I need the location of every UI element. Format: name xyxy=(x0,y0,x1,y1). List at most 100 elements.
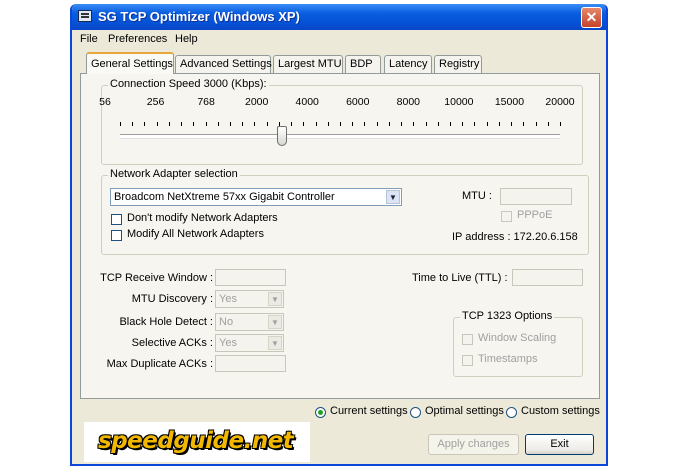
dont-modify-adapters-label: Don't modify Network Adapters xyxy=(127,212,278,224)
rwin-field[interactable] xyxy=(215,269,286,286)
speed-tick-mark xyxy=(413,122,415,126)
speed-tick-mark xyxy=(401,122,403,126)
modify-all-adapters-label: Modify All Network Adapters xyxy=(127,228,264,240)
app-window: SG TCP Optimizer (Windows XP) ✕ File Pre… xyxy=(70,4,608,466)
connection-speed-group: Connection Speed 3000 (Kbps): 56 256 768 20… xyxy=(99,78,583,165)
adapter-select[interactable]: Broadcom NetXtreme 57xx Gigabit Controll… xyxy=(110,188,402,206)
speed-tick-mark xyxy=(437,122,439,126)
timestamps-label: Timestamps xyxy=(478,353,538,365)
tcp1323-legend: TCP 1323 Options xyxy=(460,310,555,322)
optimal-settings-radio[interactable] xyxy=(410,407,421,418)
mtu-field[interactable] xyxy=(500,188,572,205)
speedguide-logo[interactable]: speedguide.net xyxy=(84,422,310,462)
speed-tick-mark xyxy=(364,122,366,126)
tab-general-settings[interactable]: General Settings xyxy=(86,52,174,74)
tab-largest-mtu[interactable]: Largest MTU xyxy=(273,55,343,73)
app-icon xyxy=(78,10,92,22)
speed-tick-mark xyxy=(291,122,293,126)
tab-bdp[interactable]: BDP xyxy=(345,55,381,73)
speed-tick-mark xyxy=(266,122,268,126)
window-title: SG TCP Optimizer (Windows XP) xyxy=(98,9,300,24)
pppoe-label: PPPoE xyxy=(517,209,553,221)
mtu-discovery-select[interactable]: Yes ▼ xyxy=(215,290,284,308)
dont-modify-adapters-checkbox[interactable] xyxy=(111,214,122,225)
speed-tick-label: 2000 xyxy=(244,96,269,108)
network-adapter-group: Network Adapter selection Broadcom NetXt… xyxy=(101,168,589,255)
modify-all-adapters-checkbox[interactable] xyxy=(111,230,122,241)
menu-bar: File Preferences Help xyxy=(72,30,606,50)
speed-tick-mark xyxy=(474,122,476,126)
speed-tick-mark xyxy=(315,122,317,126)
speed-tick-mark xyxy=(254,122,256,126)
speed-tick-mark xyxy=(303,122,305,126)
speed-tick-mark xyxy=(242,122,244,126)
selective-acks-value: Yes xyxy=(219,337,237,349)
window-scaling-checkbox[interactable] xyxy=(462,334,473,345)
mtu-discovery-label: MTU Discovery : xyxy=(131,293,213,305)
tab-latency[interactable]: Latency xyxy=(384,55,432,73)
apply-changes-button[interactable]: Apply changes xyxy=(428,434,519,455)
current-settings-radio[interactable] xyxy=(315,407,326,418)
pppoe-checkbox[interactable] xyxy=(501,211,512,222)
speed-tick-mark xyxy=(205,122,207,126)
tab-advanced-settings[interactable]: Advanced Settings xyxy=(175,55,272,73)
close-button[interactable]: ✕ xyxy=(581,7,602,28)
speed-tick-mark xyxy=(560,122,561,126)
speed-tick-mark xyxy=(535,122,537,126)
optimal-settings-label: Optimal settings xyxy=(425,405,504,417)
speed-tick-label: 15000 xyxy=(494,96,525,108)
black-hole-label: Black Hole Detect : xyxy=(119,316,213,328)
selective-acks-select[interactable]: Yes ▼ xyxy=(215,334,284,352)
speed-tick-mark xyxy=(168,122,170,126)
chevron-down-icon[interactable]: ▼ xyxy=(268,292,282,306)
chevron-down-icon[interactable]: ▼ xyxy=(268,336,282,350)
chevron-down-icon[interactable]: ▼ xyxy=(268,315,282,329)
chevron-down-icon[interactable]: ▼ xyxy=(386,190,400,204)
exit-button[interactable]: Exit xyxy=(525,434,594,455)
custom-settings-radio[interactable] xyxy=(506,407,517,418)
selective-acks-label: Selective ACKs : xyxy=(131,337,213,349)
speed-tick-mark xyxy=(217,122,219,126)
timestamps-checkbox[interactable] xyxy=(462,355,473,366)
speed-tick-label: 20000 xyxy=(545,96,575,108)
speed-tick-mark xyxy=(523,122,525,126)
speed-tick-mark xyxy=(181,122,183,126)
general-settings-panel: Connection Speed 3000 (Kbps): 56 256 768 20… xyxy=(80,73,600,399)
speed-tick-mark xyxy=(340,122,341,126)
current-settings-label: Current settings xyxy=(330,405,408,417)
speed-tick-mark xyxy=(462,122,464,126)
speed-tick-mark xyxy=(486,122,488,126)
max-duplicate-acks-field[interactable] xyxy=(215,355,286,372)
speed-tick-mark xyxy=(132,122,134,126)
speed-tick-label: 4000 xyxy=(295,96,319,108)
speed-tick-mark xyxy=(193,122,195,126)
menu-file[interactable]: File xyxy=(80,33,98,45)
ttl-field[interactable] xyxy=(512,269,583,286)
menu-preferences[interactable]: Preferences xyxy=(108,33,167,45)
speed-slider-thumb[interactable] xyxy=(276,126,287,146)
adapter-select-value: Broadcom NetXtreme 57xx Gigabit Controll… xyxy=(114,191,335,203)
logo-text: speedguide.net xyxy=(98,428,294,454)
speed-tick-mark xyxy=(388,122,390,126)
speed-tick-label: 256 xyxy=(146,96,165,108)
speed-tick-mark xyxy=(425,122,427,126)
menu-help[interactable]: Help xyxy=(175,33,198,45)
black-hole-value: No xyxy=(219,316,234,328)
connection-speed-legend: Connection Speed 3000 (Kbps): xyxy=(108,78,269,90)
mtu-label: MTU : xyxy=(462,190,492,202)
title-bar[interactable]: SG TCP Optimizer (Windows XP) ✕ xyxy=(72,4,606,30)
speed-tick-mark xyxy=(547,122,549,126)
speed-tick-label: 56 xyxy=(99,96,111,108)
ip-address: IP address : 172.20.6.158 xyxy=(452,231,578,243)
window-scaling-label: Window Scaling xyxy=(478,332,557,344)
mtu-discovery-value: Yes xyxy=(219,293,237,305)
speed-tick-label: 10000 xyxy=(444,96,474,108)
speed-tick-mark xyxy=(376,122,378,126)
black-hole-select[interactable]: No ▼ xyxy=(215,313,284,331)
speed-tick-mark xyxy=(230,122,231,126)
speed-tick-label: 6000 xyxy=(346,96,370,108)
speed-slider-track[interactable] xyxy=(120,134,560,139)
tab-registry[interactable]: Registry xyxy=(434,55,482,73)
speed-tick-mark xyxy=(144,122,146,126)
network-adapter-legend: Network Adapter selection xyxy=(108,168,240,180)
